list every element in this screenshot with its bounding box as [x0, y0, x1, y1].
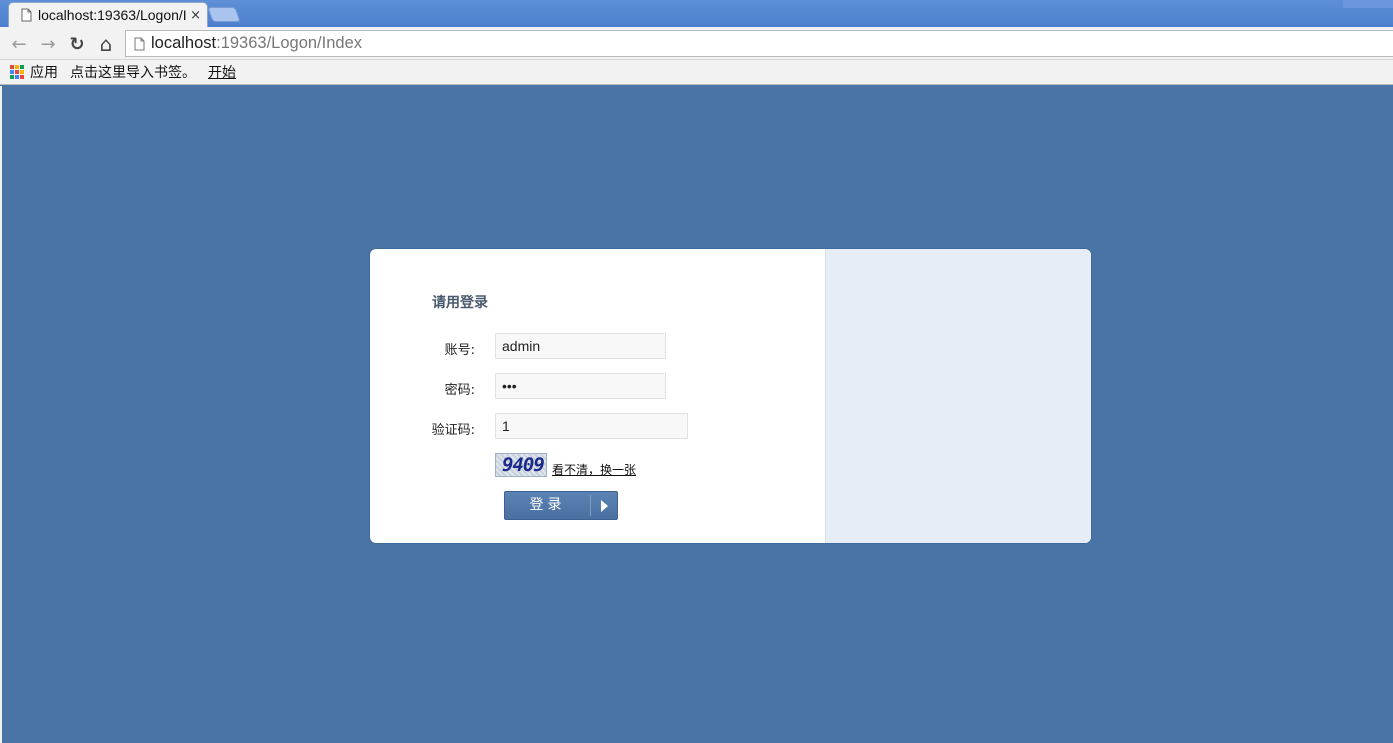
page-edge [0, 86, 2, 743]
captcha-input[interactable]: 1 [495, 413, 688, 439]
page-icon [21, 8, 32, 22]
window-controls[interactable] [1343, 0, 1393, 8]
new-tab-button[interactable] [207, 7, 241, 22]
arrow-right-icon [601, 500, 608, 512]
url-path: :19363/Logon/Index [216, 34, 363, 52]
tab-title: localhost:19363/Logon/Index [38, 7, 187, 23]
login-button[interactable]: 登录 [504, 491, 618, 520]
captcha-label: 验证码: [431, 423, 475, 438]
page-icon [134, 37, 145, 50]
url-host: localhost [151, 34, 217, 52]
home-icon[interactable]: ⌂ [95, 32, 117, 56]
login-button-divider [590, 495, 591, 516]
password-input[interactable]: ••• [495, 373, 666, 399]
forward-icon[interactable]: → [37, 33, 59, 55]
captcha-image[interactable]: 9409 [495, 453, 547, 477]
account-input[interactable]: admin [495, 333, 666, 359]
address-bar[interactable]: localhost:19363/Logon/Index [125, 30, 1393, 57]
password-label: 密码: [444, 383, 475, 398]
bookmarks-bar: 应用 点击这里导入书签。 开始 [0, 60, 1393, 85]
browser-toolbar: ← → ↻ ⌂ localhost:19363/Logon/Index [0, 27, 1393, 60]
apps-label[interactable]: 应用 [30, 62, 58, 82]
login-side-panel [825, 249, 1091, 543]
apps-icon[interactable] [10, 65, 24, 79]
refresh-captcha-link[interactable]: 看不清，换一张 [552, 461, 636, 478]
tab-close-icon[interactable]: × [190, 8, 201, 23]
reload-icon[interactable]: ↻ [66, 33, 88, 55]
start-link[interactable]: 开始 [208, 62, 236, 82]
login-button-label: 登录 [529, 497, 566, 513]
tab-logon[interactable]: localhost:19363/Logon/Index × [8, 2, 208, 27]
account-label: 账号: [444, 343, 475, 358]
login-heading: 请用登录 [432, 295, 488, 311]
import-bookmarks-hint[interactable]: 点击这里导入书签。 [70, 62, 196, 82]
browser-titlebar: localhost:19363/Logon/Index × [0, 0, 1393, 27]
login-card: 请用登录 账号: admin 密码: ••• 验证码: 1 9409 看不清，换… [370, 249, 1091, 543]
back-icon[interactable]: ← [8, 33, 30, 55]
